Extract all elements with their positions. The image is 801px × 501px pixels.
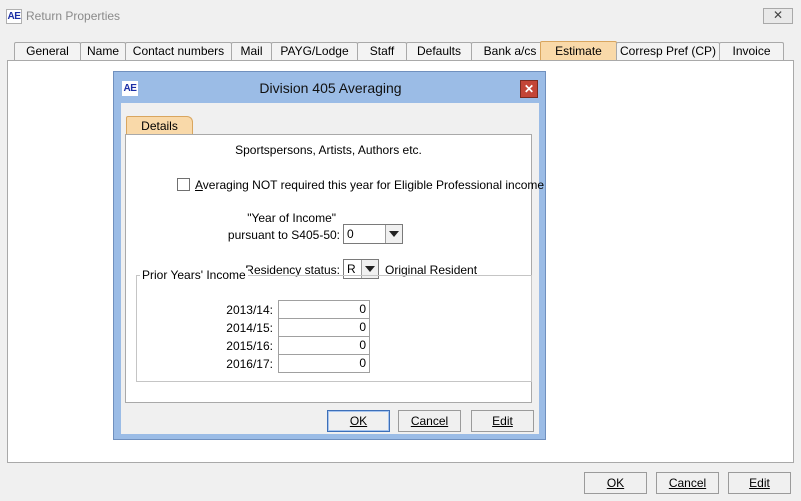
dialog-title: Division 405 Averaging <box>259 80 402 96</box>
close-icon: ✕ <box>523 82 535 96</box>
dialog-cancel-button[interactable]: Cancel <box>398 410 461 432</box>
tab-estimate[interactable]: Estimate <box>540 41 617 62</box>
year-of-income-label-2: pursuant to S405-50: <box>227 228 340 242</box>
edit-button[interactable]: Edit <box>728 472 791 494</box>
app-logo: AE <box>6 9 22 24</box>
chevron-down-icon <box>365 266 375 272</box>
tab-mail[interactable]: Mail <box>231 42 272 61</box>
prior-year-label: 2014/15: <box>226 321 273 335</box>
checkbox-label-text: veraging NOT required this year for Elig… <box>202 178 545 192</box>
averaging-not-required-checkbox[interactable] <box>177 178 190 191</box>
chevron-down-icon <box>389 231 399 237</box>
averaging-not-required-label[interactable]: Averaging NOT required this year for Eli… <box>195 178 544 192</box>
tab-bank-acs[interactable]: Bank a/cs <box>471 42 549 61</box>
window-title: Return Properties <box>26 9 121 23</box>
residency-status-value: R <box>347 262 356 276</box>
tab-details[interactable]: Details <box>126 116 193 135</box>
dropdown-button[interactable] <box>385 225 402 243</box>
division-405-dialog: AE Division 405 Averaging ✕ Details Spor… <box>113 71 546 440</box>
checkbox-label-accesskey: A <box>195 178 203 192</box>
ok-button[interactable]: OK <box>584 472 647 494</box>
details-panel: Sportspersons, Artists, Authors etc. Ave… <box>125 134 544 403</box>
prior-year-label: 2015/16: <box>226 339 273 353</box>
tab-invoice[interactable]: Invoice <box>719 42 784 61</box>
dialog-ok-button[interactable]: OK <box>327 410 390 432</box>
year-of-income-value: 0 <box>347 227 354 241</box>
prior-years-income-group: Prior Years' Income 2013/14: 0 2014/15: … <box>136 268 532 382</box>
tab-name[interactable]: Name <box>80 42 126 61</box>
tab-payg-lodge[interactable]: PAYG/Lodge <box>271 42 358 61</box>
prior-years-income-title: Prior Years' Income <box>140 268 248 282</box>
dialog-body: Details Sportspersons, Artists, Authors … <box>121 103 544 434</box>
dialog-subtitle: Sportspersons, Artists, Authors etc. <box>235 143 422 157</box>
tab-staff[interactable]: Staff <box>357 42 407 61</box>
prior-year-income-field[interactable]: 0 <box>278 354 370 373</box>
close-icon: ✕ <box>772 8 784 22</box>
prior-year-income-field[interactable]: 0 <box>278 300 370 319</box>
window-close-button[interactable]: ✕ <box>763 8 793 24</box>
prior-year-label: 2016/17: <box>226 357 273 371</box>
cancel-button[interactable]: Cancel <box>656 472 719 494</box>
tab-general[interactable]: General <box>14 42 81 61</box>
prior-year-income-field[interactable]: 0 <box>278 336 370 355</box>
tab-contact-numbers[interactable]: Contact numbers <box>125 42 232 61</box>
prior-year-income-field[interactable]: 0 <box>278 318 370 337</box>
dialog-edit-button[interactable]: Edit <box>471 410 534 432</box>
tab-defaults[interactable]: Defaults <box>406 42 472 61</box>
tab-corresp-pref[interactable]: Corresp Pref (CP) <box>616 42 720 61</box>
window-titlebar: AE Return Properties ✕ <box>0 0 801 34</box>
year-of-income-select[interactable]: 0 <box>343 224 403 244</box>
prior-year-label: 2013/14: <box>226 303 273 317</box>
year-of-income-label: "Year of Income" <box>247 211 336 225</box>
dialog-close-button[interactable]: ✕ <box>520 80 538 98</box>
